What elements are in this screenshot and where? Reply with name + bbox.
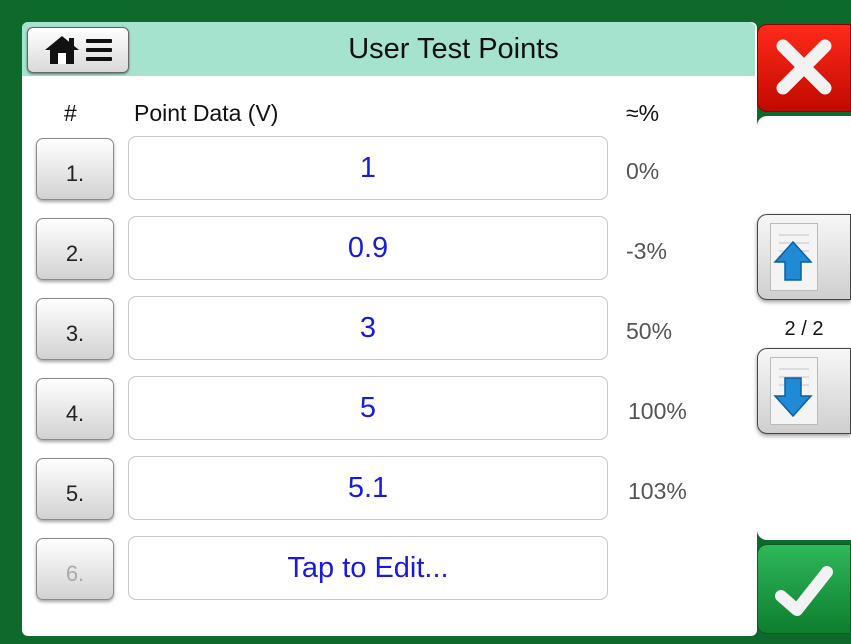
checkmark-icon xyxy=(775,566,833,616)
point-number-button[interactable]: 2. xyxy=(36,218,114,280)
close-icon xyxy=(776,39,832,95)
point-number-button[interactable]: 5. xyxy=(36,458,114,520)
page-down-button[interactable] xyxy=(757,348,851,434)
point-percent: 103% xyxy=(628,478,687,504)
point-value-field[interactable]: 1 xyxy=(128,136,608,200)
point-number-button: 6. xyxy=(36,538,114,600)
point-percent: 50% xyxy=(626,318,673,344)
point-percent: 0% xyxy=(626,158,660,184)
point-value-field[interactable]: 3 xyxy=(128,296,608,360)
column-header-percent: ≈% xyxy=(626,100,660,126)
point-number-button[interactable]: 3. xyxy=(36,298,114,360)
home-menu-button[interactable] xyxy=(27,27,129,73)
tap-to-edit-field[interactable]: Tap to Edit... xyxy=(128,536,608,600)
point-percent: 100% xyxy=(628,398,687,424)
page-up-button[interactable] xyxy=(757,214,851,300)
point-value-field[interactable]: 5.1 xyxy=(128,456,608,520)
page-indicator: 2 / 2 xyxy=(784,318,824,340)
point-number-button[interactable]: 1. xyxy=(36,138,114,200)
page-title: User Test Points xyxy=(348,33,559,65)
point-percent: -3% xyxy=(626,238,667,264)
point-value-field[interactable]: 5 xyxy=(128,376,608,440)
point-value-field[interactable]: 0.9 xyxy=(128,216,608,280)
column-header-point-data: Point Data (V) xyxy=(134,100,279,126)
menu-icon xyxy=(86,39,112,61)
accept-button[interactable] xyxy=(757,544,851,634)
column-header-number: # xyxy=(64,100,77,126)
home-icon xyxy=(45,36,79,64)
point-number-button[interactable]: 4. xyxy=(36,378,114,440)
arrow-down-icon xyxy=(773,377,813,418)
arrow-up-icon xyxy=(773,240,813,281)
close-button[interactable] xyxy=(757,24,851,112)
title-bar: User Test Points xyxy=(22,22,755,76)
